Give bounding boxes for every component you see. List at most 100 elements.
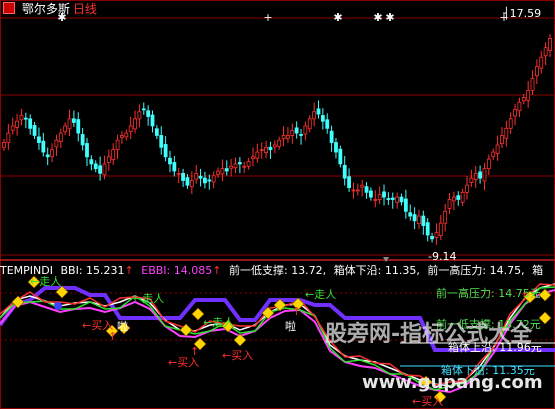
candle-body [189,180,194,188]
candle-body [447,199,452,209]
candle-body [203,177,207,184]
candle-body [526,89,531,101]
candle-body [386,198,391,200]
signal-marker: + [263,11,272,24]
candle-body [207,179,212,182]
candle-body [438,222,443,236]
candle-body [23,117,28,120]
candle-body [351,189,356,192]
candle-body [469,177,474,183]
candle-body [128,125,133,133]
candle-body [320,115,325,122]
candle-body [251,156,255,160]
signal-label: ←买入 [412,395,443,408]
candle-body [456,195,461,200]
candle-body [268,146,273,151]
legend-box-lower: 箱体下沿: 11.35, [333,264,420,277]
candle-body [539,56,544,69]
candle-body [290,130,295,136]
signal-label: ←走人 [133,292,164,305]
candle-body [54,139,59,148]
candle-body [403,198,408,212]
candle-body [460,191,465,203]
candle-body [115,139,120,151]
candle-body [417,215,421,225]
watermark-url: www.gupang.com [362,372,543,393]
signal-label: ←走人 [203,316,234,329]
candle-body [176,172,181,175]
candle-body [15,120,20,128]
candle-body [534,66,539,77]
candle-body [233,163,238,169]
candle-body [229,165,234,169]
candle-body [137,111,142,120]
candle-body [543,47,548,57]
candle-body [377,194,382,200]
signal-marker: ✱ [373,11,382,24]
candle-body [181,172,185,181]
legend-prev-low-support: 前一低支撑: 13.72, [228,264,327,277]
candle-body [159,135,164,148]
candle-body [307,118,312,130]
candle-body [89,159,94,165]
candle-body [521,97,526,102]
candle-body [390,197,395,200]
period-label[interactable]: 日线 [73,2,97,16]
candle-body [495,144,500,154]
up-arrow-icon: ↑ [292,305,301,318]
candle-body [412,214,417,222]
signal-la-label: 啦 [117,319,128,333]
stock-code-icon[interactable] [3,2,15,14]
candle-body [10,125,15,131]
legend-box-truncated: 箱 [532,264,544,277]
candle-body [19,114,24,121]
indicator-legend: TEMPINDI BBI: 15.231↑ EBBI: 14.085↑ 前一低支… [0,262,547,278]
candle-body [364,186,369,193]
candle-body [434,232,439,238]
candle-body [382,191,386,198]
candle-body [360,184,365,188]
candle-body [421,215,426,226]
candle-body [246,161,251,167]
right-label-prev-high: 前一高压力: 14.75元 [436,287,541,300]
candle-body [342,164,347,179]
candle-body [85,143,89,158]
watermark-title: 股旁网-指标公式大全 [325,322,533,347]
signal-diamond [233,333,247,347]
signal-marker: ✱ [385,11,394,24]
candle-body [211,175,216,183]
candle-body [264,146,268,153]
candle-body [242,165,247,168]
candle-body [80,134,85,146]
indicator-name[interactable]: TEMPINDI [0,264,53,277]
candle-body [548,38,552,51]
candle-body [478,171,483,179]
candle-body [141,108,146,111]
candle-body [491,151,496,157]
candle-body [216,170,220,175]
candle-body [425,222,430,236]
candle-body [168,157,172,165]
high-price-label: ┤17.59 [503,7,542,20]
candle-body [281,135,286,140]
legend-prev-high-pressure: 前一高压力: 14.75, [427,264,525,277]
candle-body [513,108,517,117]
kline-chart-page: { "header": { "stock_name": "鄂尔多斯", "per… [0,0,555,409]
candle-body [220,168,225,175]
candle-body [224,168,229,172]
candle-body [98,165,102,174]
candle-body [194,172,199,180]
candle-body [41,140,46,153]
candle-body [76,119,81,134]
candle-body [237,162,242,165]
candle-body [93,163,98,170]
signal-la-label: 啦 [285,319,296,333]
candle-body [399,196,404,203]
candle-body [37,136,41,143]
candle-body [395,196,400,203]
candle-body [58,132,63,143]
candle-body [473,172,478,180]
candle-body [486,158,491,170]
candle-body [482,168,487,182]
candle-body [347,176,351,189]
